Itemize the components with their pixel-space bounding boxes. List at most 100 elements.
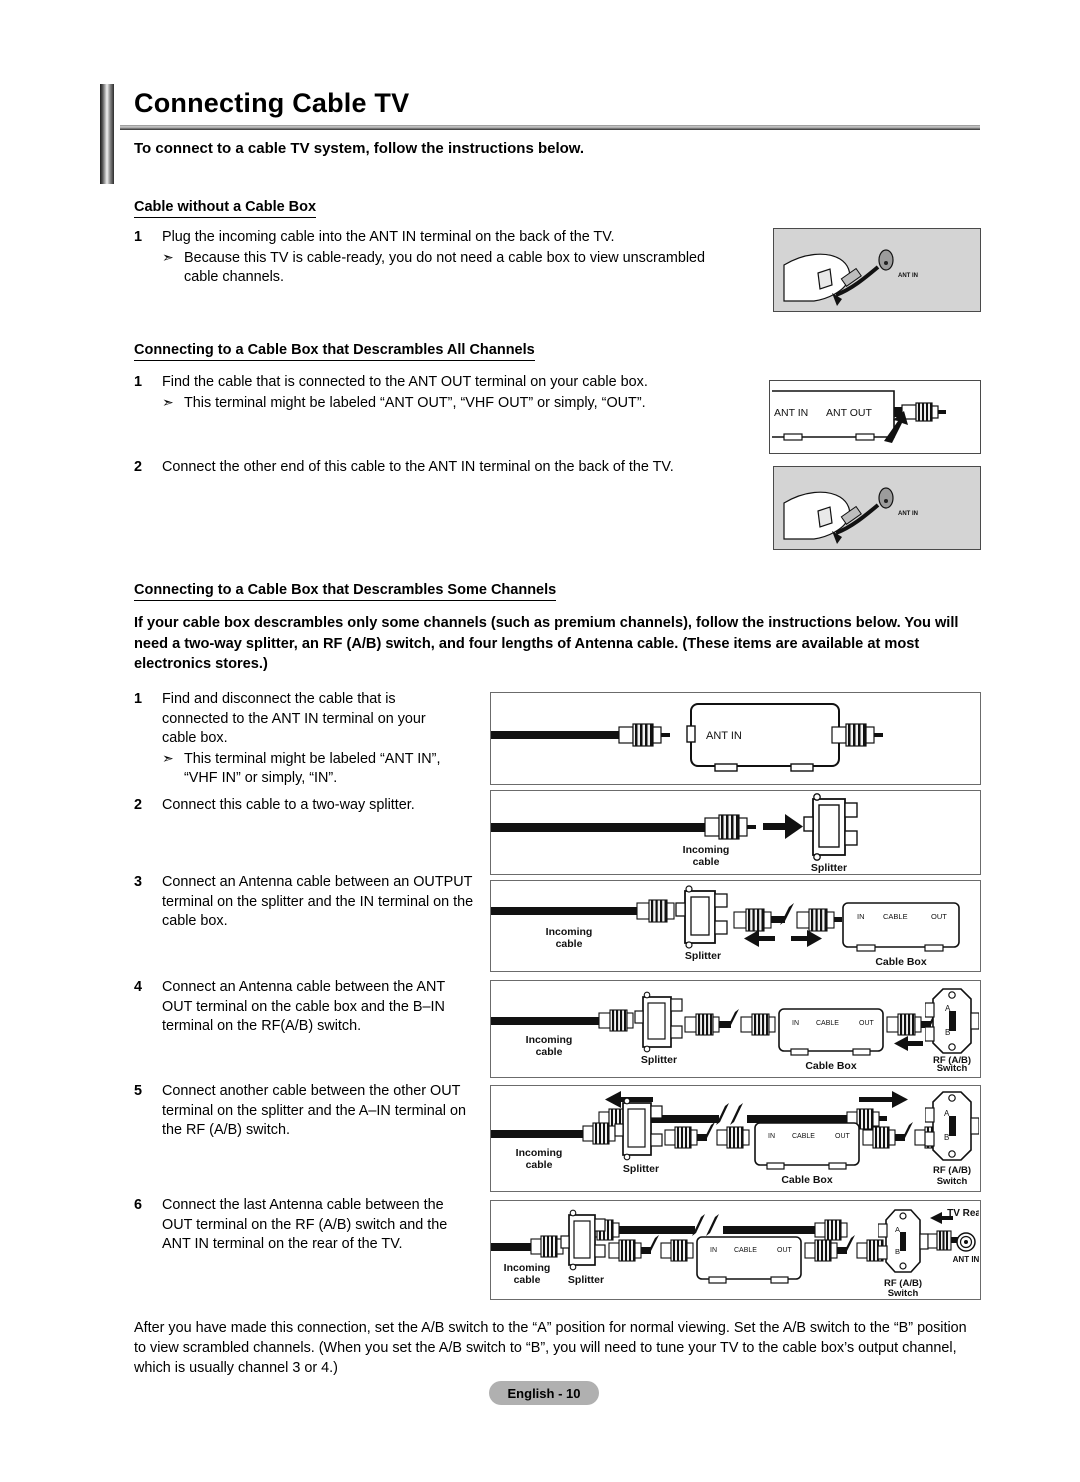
step-s2-2: 2 Connect the other end of this cable to… [134,458,754,478]
diagram-label-incoming-1: Incoming [546,926,593,938]
coax-connector-icon [684,1013,731,1036]
diagram-label-out: OUT [777,1247,793,1254]
cable-break-icon [647,1235,659,1254]
figure-hand-tv-rear-2: ANT IN [773,466,981,550]
step-s3-2: 2 Connect this cable to a two-way splitt… [134,796,464,816]
coax-connector-icon [530,1235,564,1258]
switch-label-b: B [944,1133,949,1142]
title-accent-bar [100,84,114,184]
step-text: Connect an Antenna cable between an OUTP… [162,874,474,930]
diagram-label-in: IN [857,912,865,921]
step-text: Connect the last Antenna cable between t… [162,1197,448,1253]
cable-break-icon [692,1214,705,1236]
figure-hand-tv-rear-1: ANT IN [773,228,981,312]
step-number: 3 [134,874,143,890]
step-number: 1 [134,374,143,390]
diagram-label-incoming-2: cable [514,1274,541,1286]
diagram-label-incoming-2: cable [556,938,583,950]
switch-label-a: A [895,1225,900,1234]
rf-ab-switch-icon: A B [925,1091,979,1161]
step-number: 1 [134,691,143,707]
diagram-label-cable: CABLE [883,912,908,921]
switch-label-a: A [945,1004,951,1013]
left-arrow-icon [744,930,775,947]
ant-in-jack-icon [878,487,894,509]
step-number: 5 [134,1083,143,1099]
cable-break-icon [780,903,794,925]
step-sub-text: This terminal might be labeled “ANT OUT”… [184,394,646,411]
splitter-icon [634,991,683,1053]
diagram-5-splitter-to-switch-a: Incoming cable Splitter IN CABLE OUT Cab… [490,1085,981,1192]
coax-connector-icon [862,1126,905,1149]
step-text: Connect another cable between the other … [162,1083,466,1139]
coax-connector-icon [664,1126,707,1149]
coax-connector-icon [927,1230,958,1251]
splitter-icon [675,885,728,949]
diagram-label-splitter: Splitter [641,1054,677,1066]
diagram-1-disconnect-ant-in: ANT IN [490,692,981,785]
diagram-label-incoming-1: Incoming [516,1147,563,1159]
arrow-bullet-icon: ➣ [162,393,174,410]
section-heading-descrambles-some: Connecting to a Cable Box that Descrambl… [134,582,557,601]
coax-connector-icon [831,723,883,747]
step-number: 4 [134,979,143,995]
diagram-2-cable-to-splitter: Incoming cable Splitter [490,790,981,875]
coax-connector-icon [598,1009,634,1032]
cable-break-icon [901,1122,913,1141]
step-text: Connect an Antenna cable between the ANT… [162,979,445,1035]
switch-label-b: B [895,1247,900,1256]
diagram-label-splitter: Splitter [685,950,721,962]
cable-break-icon [703,1122,715,1141]
ant-in-jack-icon [878,249,894,271]
cable-box-icon [778,1008,884,1056]
cable-box-icon [696,1236,802,1284]
diagram-label-cable: CABLE [816,1020,839,1027]
coax-connector-icon [814,1219,848,1241]
figure-jack-label: ANT IN [898,273,918,279]
coax-connector-icon [582,1122,616,1145]
step-number: 1 [134,229,143,245]
arrow-bullet-icon: ➣ [162,749,174,766]
diagram-label-incoming-1: Incoming [683,844,730,856]
diagram-label-out: OUT [835,1133,851,1140]
diagram-4-cablebox-to-switch: Incoming cable Splitter IN CABLE OUT Cab… [490,980,981,1078]
coax-connector-icon [704,814,756,840]
switch-label-b: B [945,1028,950,1037]
figure-jack-label: ANT IN [898,511,918,517]
cable-break-icon [730,1103,743,1125]
coax-connector-icon [804,1239,847,1262]
step-sub-text: Because this TV is cable-ready, you do n… [184,249,706,286]
step-text: Find and disconnect the cable that is co… [162,691,426,747]
coax-connector-icon [608,1239,651,1262]
diagram-label-splitter: Splitter [811,862,847,874]
manual-page: Connecting Cable TV To connect to a cabl… [0,0,1080,1482]
diagram-label-in: IN [792,1020,799,1027]
diagram-label-splitter: Splitter [568,1274,604,1286]
step-sub-text: This terminal might be labeled “ANT IN”,… [184,750,441,787]
splitter-icon [803,793,858,861]
section-note-text: If your cable box descrambles only some … [134,615,959,673]
step-text: Connect this cable to a two-way splitter… [162,797,415,813]
intro-text: To connect to a cable TV system, follow … [134,140,585,157]
cable-break-icon [706,1214,719,1236]
step-s3-1: 1 Find and disconnect the cable that is … [134,690,464,789]
switch-label-line2: Switch [937,1176,968,1186]
coax-connector-icon [740,1013,776,1036]
diagram-3-splitter-to-cablebox: Incoming cable Splitter IN CABLE OUT Cab… [490,880,981,972]
diagram-5-rf-switch: A B RF (A/B) Switch [925,1090,979,1186]
cable-box-icon [754,1122,860,1170]
section-heading-descrambles-all: Connecting to a Cable Box that Descrambl… [134,342,535,361]
coax-connector-icon [660,1239,694,1262]
step-sub-note: ➣ Because this TV is cable-ready, you do… [162,249,734,288]
switch-label-a: A [944,1109,950,1118]
switch-label-line1: RF (A/B) [933,1165,971,1176]
diagram-label-cablebox: Cable Box [875,956,927,968]
right-arrow-icon [763,814,803,839]
diagram-label-out: OUT [931,912,947,921]
diagram-label-incoming-1: Incoming [526,1034,573,1046]
diagram-label-out: OUT [859,1020,875,1027]
right-arrow-icon [859,1091,908,1108]
rf-ab-switch-icon: A B [925,988,979,1054]
coax-connector-icon [636,899,675,923]
step-s3-4: 4 Connect an Antenna cable between the A… [134,978,479,1037]
